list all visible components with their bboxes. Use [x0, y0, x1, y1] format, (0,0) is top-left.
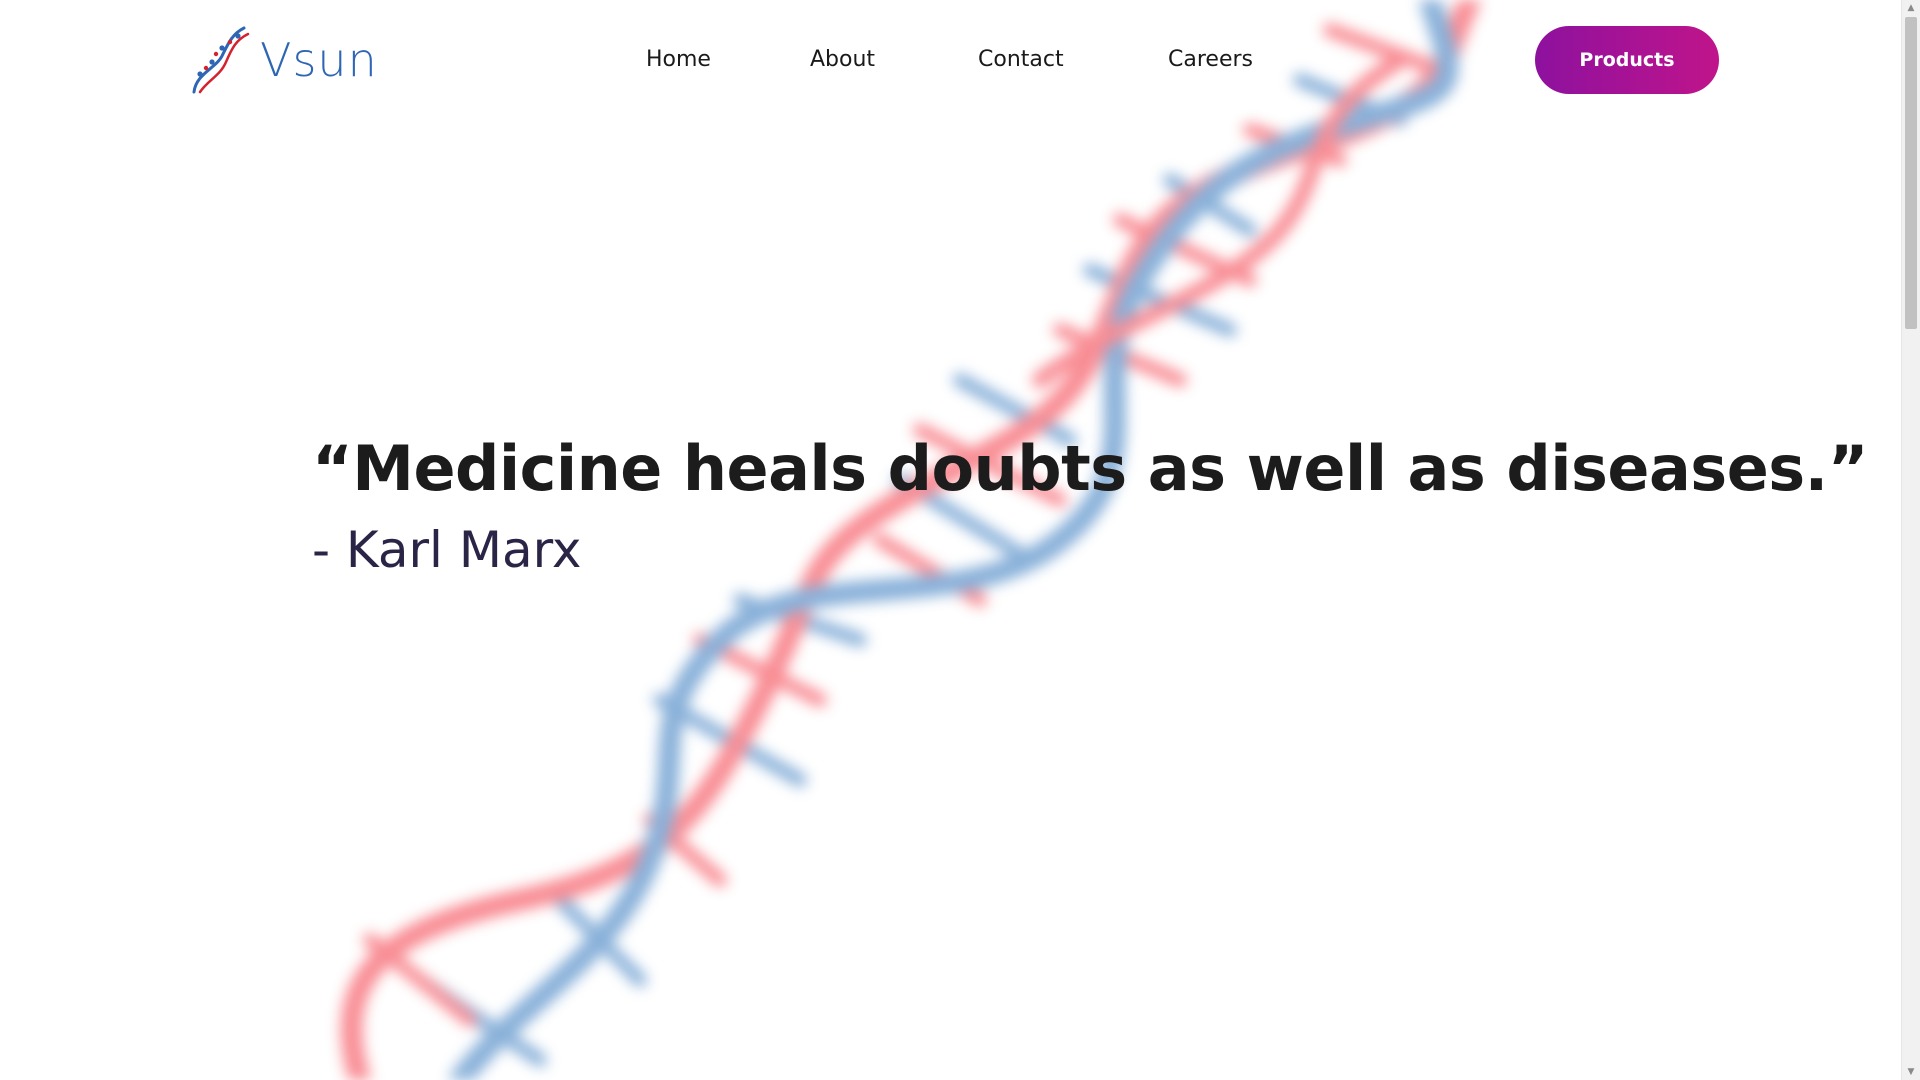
hero-quote: “Medicine heals doubts as well as diseas…	[312, 432, 1868, 505]
page: Vsun Home About Contact Careers Products…	[0, 0, 1920, 1080]
vertical-scrollbar[interactable]: ▲ ▼	[1901, 0, 1920, 1080]
nav-about-link[interactable]: About	[810, 38, 875, 82]
scroll-down-icon[interactable]: ▼	[1902, 1064, 1920, 1080]
nav-home-link[interactable]: Home	[646, 38, 711, 82]
site-header: Vsun Home About Contact Careers Products	[0, 0, 1900, 118]
nav-careers-link[interactable]: Careers	[1168, 38, 1253, 82]
quote-author: - Karl Marx	[312, 520, 582, 579]
scroll-up-icon[interactable]: ▲	[1902, 0, 1920, 16]
brand-logo[interactable]: Vsun	[186, 24, 378, 96]
products-button[interactable]: Products	[1535, 26, 1719, 94]
dna-helix-icon	[192, 26, 250, 94]
brand-name: Vsun	[260, 33, 378, 87]
hero-quote-section: “Medicine heals doubts as well as diseas…	[312, 430, 1868, 580]
scrollbar-thumb[interactable]	[1905, 17, 1917, 329]
nav-contact-link[interactable]: Contact	[978, 38, 1064, 82]
